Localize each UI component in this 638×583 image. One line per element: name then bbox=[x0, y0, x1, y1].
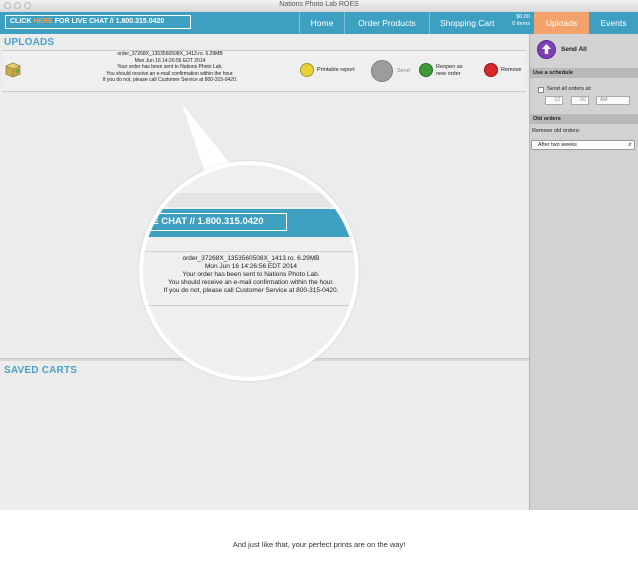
send-arrow-icon bbox=[371, 60, 393, 82]
reopen-label: Reopen as new order bbox=[436, 64, 463, 77]
magnified-divider bbox=[143, 305, 355, 306]
nav-events[interactable]: Events bbox=[589, 12, 638, 34]
app-window: Nations Photo Lab ROES CLICK HERE FOR LI… bbox=[0, 0, 638, 510]
shopping-cart-label: Shopping Cart bbox=[440, 18, 495, 28]
remove-old-orders-select[interactable]: After two weeks ⇵ bbox=[531, 140, 635, 150]
old-orders-header: Old orders bbox=[530, 114, 638, 124]
select-arrows-icon: ⇵ bbox=[627, 142, 632, 148]
nav-home[interactable]: Home bbox=[300, 12, 344, 34]
send-button[interactable]: Send bbox=[371, 60, 415, 82]
saved-carts-title: SAVED CARTS bbox=[4, 365, 78, 376]
remove-old-orders-value: After two weeks bbox=[538, 142, 577, 148]
uploads-title: UPLOADS bbox=[4, 37, 55, 48]
reopen-label-line2: new order bbox=[436, 70, 461, 77]
reopen-icon bbox=[419, 63, 433, 77]
remove-x-icon bbox=[484, 63, 498, 77]
magnified-message-2: You should receive an e-mail confirmatio… bbox=[168, 279, 334, 286]
up-arrow-icon bbox=[542, 44, 551, 54]
send-all-orders-checkbox[interactable] bbox=[538, 87, 544, 93]
send-all-up-arrow-icon[interactable] bbox=[537, 40, 556, 59]
package-icon bbox=[5, 62, 21, 78]
magnified-order-name: order_37268X_1353560508X_1413.ro. 6.29MB bbox=[182, 255, 320, 262]
printable-report-button[interactable]: Printable report bbox=[300, 63, 366, 79]
reopen-label-line1: Reopen as bbox=[436, 64, 463, 70]
send-all-orders-at-label: Send all orders at: bbox=[547, 86, 592, 92]
chat-suffix: FOR LIVE CHAT // 1.800.315.0420 bbox=[52, 18, 165, 25]
magnified-message-1: Your order has been sent to Nations Phot… bbox=[182, 271, 320, 278]
minute-field[interactable]: :00 bbox=[571, 96, 589, 105]
cart-items: 0 items bbox=[512, 21, 530, 27]
order-info: order_37268X_1353560508X_1413.ro. 6.29MB… bbox=[60, 51, 280, 84]
window-title: Nations Photo Lab ROES bbox=[279, 1, 359, 8]
chat-here: HERE bbox=[33, 18, 53, 25]
send-label: Send bbox=[397, 68, 410, 74]
magnified-order-info: order_37268X_1353560508X_1413.ro. 6.29MB… bbox=[151, 255, 351, 295]
chat-prefix: CLICK bbox=[10, 18, 34, 25]
right-sidebar bbox=[529, 34, 638, 510]
hour-field[interactable]: 12 bbox=[545, 96, 563, 105]
magnified-divider bbox=[143, 251, 355, 252]
caption: And just like that, your perfect prints … bbox=[232, 540, 406, 549]
printable-report-label: Printable report bbox=[317, 67, 355, 73]
reopen-order-button[interactable]: Reopen as new order bbox=[419, 63, 471, 79]
magnified-message-3: If you do not, please call Customer Serv… bbox=[163, 287, 339, 294]
send-all-label[interactable]: Send All bbox=[561, 46, 587, 53]
remove-label: Remove bbox=[501, 67, 522, 73]
order-message-3: If you do not, please call Customer Serv… bbox=[102, 77, 238, 83]
magnified-chat-link: VE CHAT // 1.800.315.0420 bbox=[143, 213, 287, 231]
magnified-titlebar bbox=[143, 193, 355, 207]
nav-uploads[interactable]: Uploads bbox=[534, 12, 589, 34]
magnifier-circle: VE CHAT // 1.800.315.0420 order_37268X_1… bbox=[139, 161, 359, 381]
remove-old-orders-label: Remove old orders: bbox=[532, 128, 580, 134]
nav-order-products[interactable]: Order Products bbox=[345, 12, 429, 34]
ampm-select[interactable]: AM bbox=[596, 96, 630, 105]
cart-total: $0.00 0 items bbox=[502, 14, 530, 28]
magnified-order-date: Mon Jun 16 14:26:56 EDT 2014 bbox=[204, 263, 298, 270]
schedule-header: Use a schedule bbox=[530, 68, 638, 78]
report-icon bbox=[300, 63, 314, 77]
remove-button[interactable]: Remove bbox=[484, 63, 526, 79]
cart-amount: $0.00 bbox=[516, 14, 530, 20]
live-chat-link[interactable]: CLICK HERE FOR LIVE CHAT // 1.800.315.04… bbox=[5, 15, 191, 29]
